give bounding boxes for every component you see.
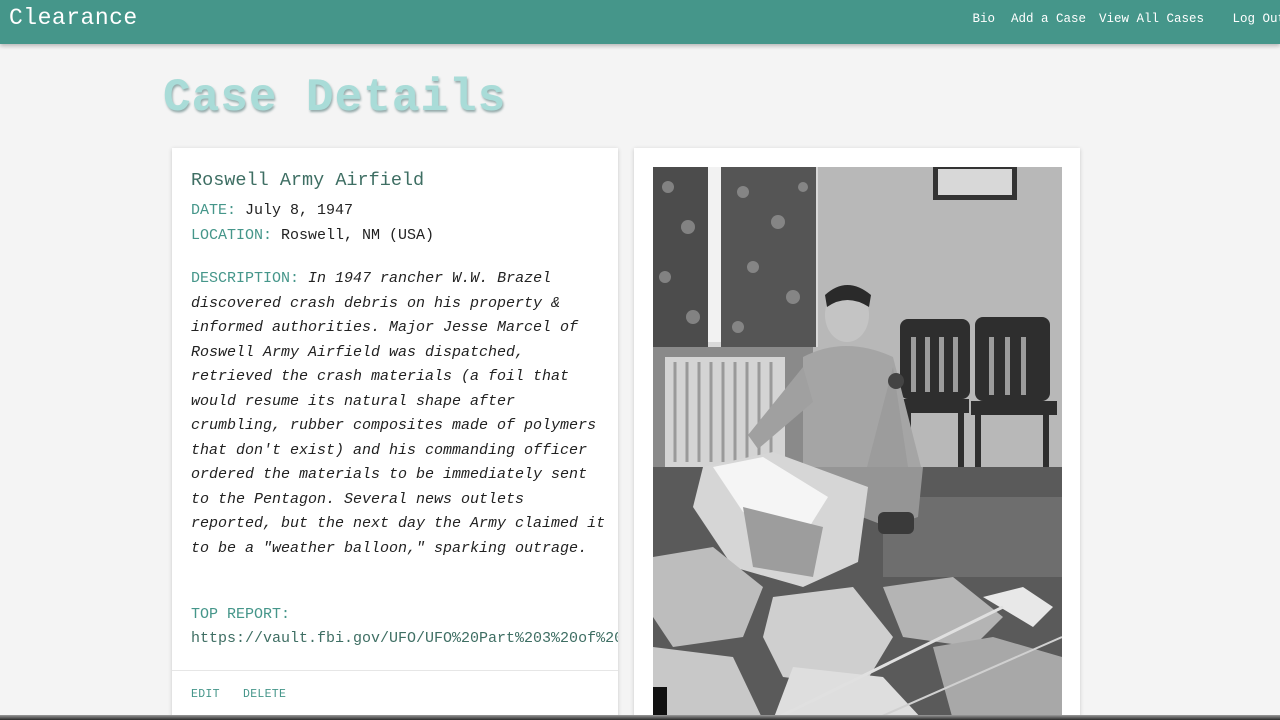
card-divider [172,670,618,671]
top-navbar: Clearance Bio Add a Case View All Cases … [0,0,1280,44]
date-field: DATE: July 8, 1947 [191,202,353,219]
description-field: DESCRIPTION: In 1947 rancher W.W. Brazel… [191,267,607,561]
nav-link-view-all-cases[interactable]: View All Cases [1099,12,1204,26]
location-label: LOCATION: [191,227,273,244]
nav-link-bio[interactable]: Bio [972,12,995,26]
nav-link-log-out[interactable]: Log Out [1232,12,1280,26]
report-link[interactable]: https://vault.fbi.gov/UFO/UFO%20Part%203… [191,630,618,647]
case-title: Roswell Army Airfield [191,170,425,191]
case-photo-image [653,167,1062,720]
date-value: July 8, 1947 [245,202,354,219]
case-photo-card [634,148,1080,720]
case-info-card: Roswell Army Airfield DATE: July 8, 1947… [172,148,618,720]
location-value: Roswell, NM (USA) [281,227,435,244]
location-field: LOCATION: Roswell, NM (USA) [191,227,434,244]
description-text: In 1947 rancher W.W. Brazel discovered c… [191,270,606,557]
description-label: DESCRIPTION: [191,270,300,287]
report-label: TOP REPORT: [191,606,291,623]
date-label: DATE: [191,202,237,219]
case-photo [653,167,1062,720]
nav-link-add-case[interactable]: Add a Case [1011,12,1086,26]
edit-button[interactable]: EDIT [191,688,220,701]
page-title: Case Details [163,72,507,124]
brand-logo[interactable]: Clearance [9,5,138,31]
window-bottom-edge [0,715,1280,720]
delete-button[interactable]: DELETE [243,688,286,701]
